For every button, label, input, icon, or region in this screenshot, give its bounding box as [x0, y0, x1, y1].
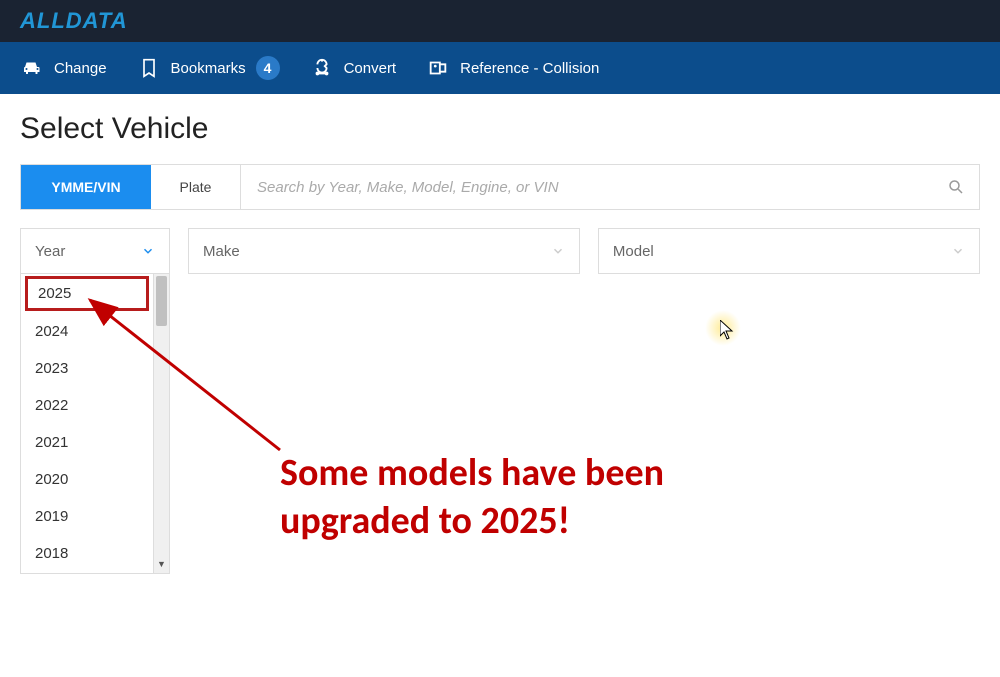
year-option-2019[interactable]: 2019 — [21, 498, 153, 535]
convert-icon — [310, 56, 334, 80]
tab-plate[interactable]: Plate — [151, 165, 241, 209]
scrollbar-down-arrow[interactable]: ▼ — [154, 557, 169, 571]
tab-ymme-vin[interactable]: YMME/VIN — [21, 165, 151, 209]
nav-convert-label: Convert — [344, 60, 397, 77]
year-list: 2025 2024 2023 2022 2021 2020 2019 2018 … — [20, 274, 170, 574]
scrollbar[interactable]: ▼ — [153, 274, 169, 573]
model-dropdown[interactable]: Model — [598, 228, 980, 274]
annotation-text: Some models have been upgraded to 2025! — [280, 450, 664, 545]
navbar: Change Bookmarks 4 Convert Reference - C… — [0, 42, 1000, 94]
search-icon[interactable] — [933, 165, 979, 209]
year-option-2023[interactable]: 2023 — [21, 350, 153, 387]
nav-reference-label: Reference - Collision — [460, 60, 599, 77]
year-option-2018[interactable]: 2018 — [21, 535, 153, 572]
year-option-2022[interactable]: 2022 — [21, 387, 153, 424]
year-dropdown[interactable]: Year — [20, 228, 170, 274]
nav-reference[interactable]: Reference - Collision — [426, 56, 599, 80]
scrollbar-thumb[interactable] — [156, 276, 167, 326]
nav-bookmarks[interactable]: Bookmarks 4 — [137, 56, 280, 80]
cursor-icon — [720, 320, 736, 340]
chevron-down-icon — [551, 244, 565, 258]
topbar: ALLDATA — [0, 0, 1000, 42]
page-title: Select Vehicle — [20, 112, 980, 146]
make-dropdown[interactable]: Make — [188, 228, 580, 274]
search-input[interactable] — [241, 165, 933, 209]
year-label: Year — [35, 243, 65, 260]
reference-icon — [426, 56, 450, 80]
chevron-down-icon — [141, 244, 155, 258]
bookmarks-badge: 4 — [256, 56, 280, 80]
bookmark-icon — [137, 56, 161, 80]
year-option-2021[interactable]: 2021 — [21, 424, 153, 461]
nav-change-label: Change — [54, 60, 107, 77]
nav-change[interactable]: Change — [20, 56, 107, 80]
search-row: YMME/VIN Plate — [20, 164, 980, 210]
make-label: Make — [203, 243, 240, 260]
year-option-2025[interactable]: 2025 — [25, 276, 149, 311]
chevron-down-icon — [951, 244, 965, 258]
logo: ALLDATA — [20, 8, 128, 34]
nav-convert[interactable]: Convert — [310, 56, 397, 80]
car-change-icon — [20, 56, 44, 80]
model-label: Model — [613, 243, 654, 260]
year-option-2020[interactable]: 2020 — [21, 461, 153, 498]
year-option-2024[interactable]: 2024 — [21, 313, 153, 350]
nav-bookmarks-label: Bookmarks — [171, 60, 246, 77]
